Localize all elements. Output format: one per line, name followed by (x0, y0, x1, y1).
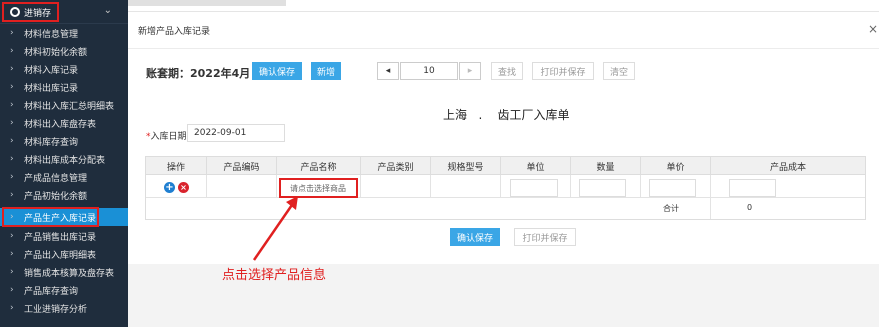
chevron-right-icon: › (10, 303, 14, 313)
sidebar-item-material-init[interactable]: › 材料初始化余额 (0, 42, 128, 60)
sidebar-item-label: 材料信息管理 (24, 29, 79, 40)
sidebar-item-label: 产品出入库明细表 (24, 250, 97, 261)
col-header-name: 产品名称 (277, 157, 361, 175)
table-cell (146, 175, 207, 197)
footer-confirm-save-button[interactable]: 确认保存 (450, 228, 500, 246)
sidebar-item-sales-cost[interactable]: › 销售成本核算及盘存表 (0, 263, 128, 281)
add-row-icon[interactable]: + (164, 182, 175, 193)
col-header-spec: 规格型号 (431, 157, 501, 175)
total-label: 合计 (663, 204, 679, 213)
sidebar-item-product-info[interactable]: › 产成品信息管理 (0, 168, 128, 186)
col-header-category: 产品类别 (361, 157, 431, 175)
col-header-op: 操作 (146, 157, 207, 175)
sidebar: 进销存 ⌄ › 材料信息管理 › 材料初始化余额 › 材料入库记录 › 材料出库记录 ›… (0, 0, 128, 327)
sidebar-item-product-in[interactable]: › 产品生产入库记录 (0, 207, 128, 227)
date-label-text: 入库日期 (150, 132, 187, 142)
highlight-box (2, 207, 99, 227)
chevron-right-icon: › (10, 154, 14, 164)
total-value: 0 (746, 203, 753, 212)
tab-strip (128, 0, 879, 12)
col-header-code: 产品编码 (207, 157, 277, 175)
chevron-right-icon: › (10, 118, 14, 128)
chevron-right-icon: › (10, 190, 14, 200)
col-header-cost: 产品成本 (769, 162, 806, 173)
sidebar-item-label: 材料出入库汇总明细表 (24, 101, 115, 112)
sidebar-item-product-detail[interactable]: › 产品出入库明细表 (0, 245, 128, 263)
annotation-text: 点击选择产品信息 (222, 268, 327, 283)
search-button[interactable]: 查找 (491, 62, 523, 80)
sidebar-group-header[interactable]: 进销存 ⌄ (0, 0, 128, 24)
chevron-right-icon: › (10, 82, 14, 92)
chevron-right-icon: › (10, 136, 14, 146)
sidebar-item-material-out[interactable]: › 材料出库记录 (0, 78, 128, 96)
sidebar-item-label: 材料初始化余额 (24, 47, 88, 58)
sidebar-item-label: 产品初始化余额 (24, 191, 88, 202)
document-title: 上海 . 齿工厂入库单 (443, 108, 570, 122)
qty-input[interactable] (579, 179, 626, 197)
chevron-down-icon[interactable]: ⌄ (104, 5, 112, 16)
main-panel: 新增产品入库记录 × 账套期：2022年4月 确认保存 新增 ◂ 10 ▸ 查找… (128, 12, 879, 264)
sidebar-item-material-summary[interactable]: › 材料出入库汇总明细表 (0, 96, 128, 114)
annotation-arrow (252, 196, 298, 261)
sidebar-item-product-stock[interactable]: › 产品库存查询 (0, 281, 128, 299)
page-input[interactable]: 10 (400, 62, 458, 80)
date-field[interactable]: 2022-09-01 (187, 124, 285, 142)
chevron-right-icon: › (10, 64, 14, 74)
delete-row-icon[interactable]: × (178, 182, 189, 193)
table-cell (431, 175, 501, 197)
next-button[interactable]: ▸ (459, 62, 481, 80)
col-header-price: 单价 (641, 157, 711, 175)
chevron-right-icon: › (10, 231, 14, 241)
tab-placeholder (128, 0, 286, 6)
table-header: 操作 产品编码 产品名称 产品类别 规格型号 单位 数量 单价 产品成本 (146, 157, 865, 175)
chevron-right-icon: › (10, 285, 14, 295)
sidebar-item-material-inventory[interactable]: › 材料出入库盘存表 (0, 114, 128, 132)
sidebar-group-label: 进销存 (24, 8, 52, 19)
sidebar-item-product-out[interactable]: › 产品销售出库记录 (0, 227, 128, 245)
sidebar-item-label: 材料库存查询 (24, 137, 79, 148)
sidebar-item-label: 材料出库成本分配表 (24, 155, 106, 166)
sidebar-item-label: 产品销售出库记录 (24, 232, 97, 243)
chevron-right-icon: › (10, 267, 14, 277)
sidebar-item-product-init[interactable]: › 产品初始化余额 (0, 186, 128, 204)
table-cell (207, 175, 277, 197)
sidebar-item-material-stock[interactable]: › 材料库存查询 (0, 132, 128, 150)
highlight-box (279, 178, 358, 198)
gear-icon (10, 7, 20, 17)
sidebar-group-jxc[interactable]: 进销存 (2, 2, 59, 22)
prev-button[interactable]: ◂ (377, 62, 399, 80)
print-save-button[interactable]: 打印并保存 (532, 62, 594, 80)
chevron-right-icon: › (10, 249, 14, 259)
sidebar-item-label: 销售成本核算及盘存表 (24, 268, 115, 279)
accounting-period: 账套期：2022年4月 (146, 67, 251, 80)
chevron-right-icon: › (10, 172, 14, 182)
sidebar-item-label: 材料出库记录 (24, 83, 79, 94)
col-header-unit: 单位 (501, 157, 571, 175)
sidebar-item-label: 工业进销存分析 (24, 304, 88, 315)
sidebar-item-material-in[interactable]: › 材料入库记录 (0, 60, 128, 78)
sidebar-item-material-cost[interactable]: › 材料出库成本分配表 (0, 150, 128, 168)
unit-input[interactable] (510, 179, 558, 197)
close-icon[interactable]: × (868, 22, 878, 36)
chevron-right-icon: › (10, 28, 14, 38)
add-new-button[interactable]: 新增 (311, 62, 341, 80)
chevron-right-icon: › (10, 100, 14, 110)
sidebar-item-label: 材料出入库盘存表 (24, 119, 97, 130)
col-header-qty: 数量 (571, 157, 641, 175)
price-input[interactable] (649, 179, 696, 197)
divider (128, 48, 879, 49)
clear-button[interactable]: 清空 (603, 62, 635, 80)
date-label: *入库日期 (146, 129, 187, 142)
sidebar-item-label: 材料入库记录 (24, 65, 79, 76)
panel-title: 新增产品入库记录 (138, 27, 211, 37)
sidebar-item-material-info[interactable]: › 材料信息管理 (0, 24, 128, 42)
chevron-right-icon: › (10, 46, 14, 56)
sidebar-item-analysis[interactable]: › 工业进销存分析 (0, 299, 128, 317)
sidebar-item-label: 产成品信息管理 (24, 173, 88, 184)
confirm-save-button[interactable]: 确认保存 (252, 62, 302, 80)
table-cell (361, 175, 431, 197)
footer-print-save-button[interactable]: 打印并保存 (514, 228, 576, 246)
sidebar-item-label: 产品库存查询 (24, 286, 79, 297)
cost-input[interactable] (729, 179, 776, 197)
